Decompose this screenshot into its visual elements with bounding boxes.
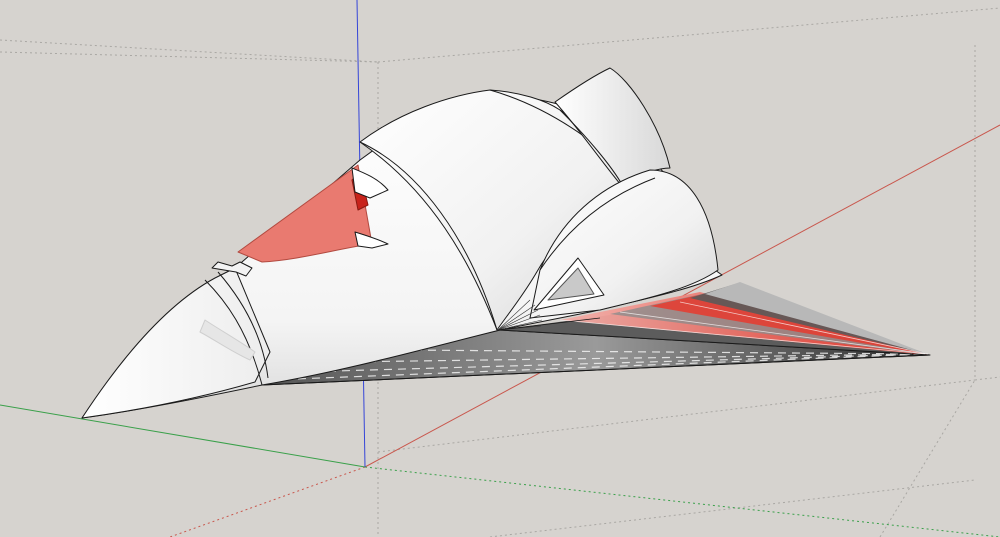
model-canvas[interactable] <box>0 0 1000 537</box>
3d-modeling-viewport[interactable] <box>0 0 1000 537</box>
spaceplane-model[interactable] <box>81 67 931 419</box>
green-axis-dotted <box>364 466 1000 537</box>
red-axis-dotted <box>169 466 366 537</box>
green-axis-line <box>0 404 366 468</box>
